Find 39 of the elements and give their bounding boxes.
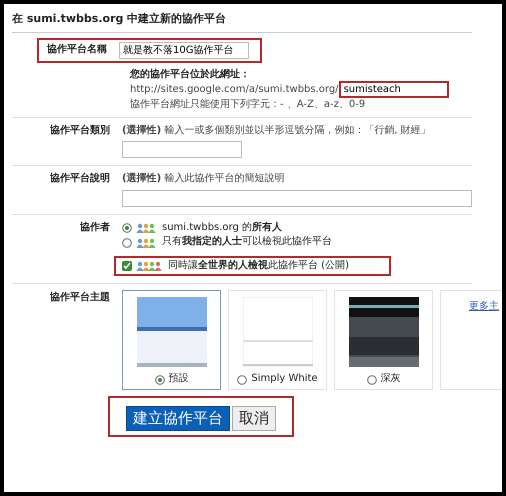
field-label: 協作者 <box>79 222 111 235</box>
more-themes-link[interactable]: 更多主 <box>469 301 499 314</box>
theme-card[interactable]: 預設 <box>122 290 221 390</box>
people-icon <box>136 261 164 271</box>
radio-button[interactable] <box>122 238 132 248</box>
name-field[interactable]: 就是教不落10G協作平台 <box>119 42 249 59</box>
field-label: 協作平台說明 <box>49 173 111 186</box>
url-hint: 協作平台網址只能使用下列字元：- 、A-Z、a-z、0-9 <box>130 98 366 111</box>
people-icon <box>136 223 158 233</box>
option-label: sumi.twbbs.org 的所有人 <box>162 222 282 234</box>
radio-button[interactable] <box>237 374 248 384</box>
theme-name: Simply White <box>251 373 318 386</box>
field-label: 協作平台類別 <box>49 124 111 138</box>
page-title: 在 sumi.twbbs.org 中建立新的協作平台 <box>12 12 472 33</box>
create-button[interactable]: 建立協作平台 <box>126 406 230 431</box>
theme-preview <box>136 297 206 368</box>
help-text: (選擇性) 輸入此協作平台的簡短說明 <box>122 173 286 186</box>
checkbox[interactable] <box>122 261 132 271</box>
field-label: 協作平台主題 <box>49 290 111 306</box>
radio-button[interactable] <box>122 223 132 233</box>
option-label: 只有我指定的人士可以檢視此協作平台 <box>162 236 332 249</box>
theme-preview <box>348 297 418 368</box>
people-icon <box>136 238 158 248</box>
radio-button[interactable] <box>366 374 376 384</box>
theme-card[interactable]: Simply White <box>228 290 327 390</box>
field-label: 協作平台名稱 <box>46 44 108 56</box>
cancel-button[interactable]: 取消 <box>232 406 276 431</box>
help-text: (選擇性) 輸入一或多個類別並以半形逗號分隔，例如：「行銷, 財經」 <box>122 124 431 138</box>
url-prefix: http://sites.google.com/a/sumi.twbbs.org/ <box>130 82 339 96</box>
theme-name: 預設 <box>168 373 188 386</box>
theme-card[interactable]: 深灰 <box>334 290 433 390</box>
theme-preview <box>242 297 312 368</box>
option-label: 同時讓全世界的人檢視此協作平台 (公開) <box>168 260 349 272</box>
url-field[interactable]: sumisteach <box>338 80 449 98</box>
theme-name: 深灰 <box>380 373 400 386</box>
category-field[interactable] <box>122 141 242 158</box>
url-heading: 您的協作平台位於此網址： <box>130 68 251 81</box>
radio-button[interactable] <box>154 374 164 384</box>
description-field[interactable] <box>122 190 472 207</box>
